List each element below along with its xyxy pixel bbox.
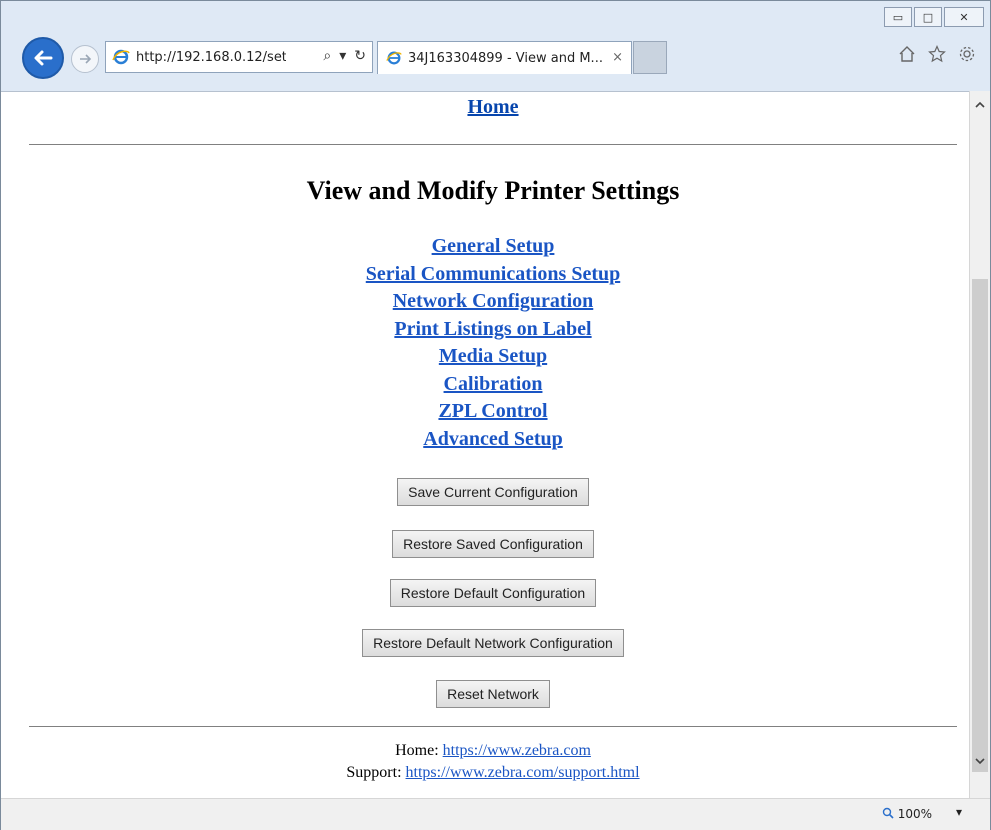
tab-close-icon[interactable]: ×: [612, 50, 623, 65]
button-row-restore-default-network: Restore Default Network Configuration: [29, 629, 957, 657]
close-window-button[interactable]: ✕: [944, 7, 984, 27]
forward-button[interactable]: [71, 45, 99, 73]
link-advanced-setup[interactable]: Advanced Setup: [29, 426, 957, 454]
settings-gear-icon[interactable]: [958, 45, 976, 63]
footer-home-url[interactable]: https://www.zebra.com: [443, 742, 591, 759]
restore-saved-configuration-button[interactable]: Restore Saved Configuration: [392, 530, 594, 558]
footer-support-line: Support: https://www.zebra.com/support.h…: [29, 762, 957, 784]
zoom-dropdown-icon[interactable]: ▾: [956, 805, 962, 819]
settings-links: General Setup Serial Communications Setu…: [29, 233, 957, 453]
reset-network-button[interactable]: Reset Network: [436, 680, 550, 708]
link-print-listings-on-label[interactable]: Print Listings on Label: [29, 316, 957, 344]
zoom-value: 100%: [897, 807, 932, 821]
scroll-down-icon[interactable]: [972, 753, 988, 769]
page-title: View and Modify Printer Settings: [306, 176, 680, 205]
browser-right-icons: [898, 45, 976, 63]
refresh-icon[interactable]: ↻: [354, 48, 366, 64]
divider-top: [29, 144, 957, 145]
status-bar: 100% ▾: [1, 798, 990, 830]
footer: Home: https://www.zebra.com Support: htt…: [29, 740, 957, 784]
browser-tab[interactable]: 34J163304899 - View and M... ×: [377, 41, 632, 74]
browser-toolbar: ▭ □ ✕ http://192.168.0.12/setti ⌕ ▾ ↻ 34…: [1, 1, 990, 91]
search-icon[interactable]: ⌕: [323, 48, 331, 64]
link-general-setup[interactable]: General Setup: [29, 233, 957, 261]
link-serial-communications-setup[interactable]: Serial Communications Setup: [29, 261, 957, 289]
new-tab-button[interactable]: [633, 41, 667, 74]
maximize-button[interactable]: □: [914, 7, 942, 27]
back-button[interactable]: [22, 37, 64, 79]
button-row-restore-default: Restore Default Configuration: [29, 579, 957, 607]
window-controls: ▭ □ ✕: [882, 7, 984, 27]
dropdown-icon[interactable]: ▾: [339, 48, 346, 64]
zoom-level[interactable]: 100%: [882, 807, 932, 821]
footer-home-line: Home: https://www.zebra.com: [29, 740, 957, 762]
footer-support-label: Support:: [346, 764, 406, 781]
scrollbar-thumb[interactable]: [972, 279, 988, 772]
address-url: http://192.168.0.12/setti: [136, 49, 286, 65]
tab-title: 34J163304899 - View and M...: [408, 50, 603, 66]
restore-default-configuration-button[interactable]: Restore Default Configuration: [389, 579, 597, 607]
button-row-save: Save Current Configuration: [29, 478, 957, 506]
button-row-restore-saved: Restore Saved Configuration: [29, 530, 957, 558]
link-media-setup[interactable]: Media Setup: [29, 343, 957, 371]
browser-window: ▭ □ ✕ http://192.168.0.12/setti ⌕ ▾ ↻ 34…: [0, 0, 991, 830]
ie-tab-icon: [386, 51, 402, 65]
back-arrow-icon: [34, 50, 53, 66]
favorites-star-icon[interactable]: [928, 45, 946, 63]
zoom-icon: [882, 807, 894, 819]
vertical-scrollbar[interactable]: [969, 91, 990, 798]
home-link[interactable]: Home: [29, 96, 957, 119]
link-network-configuration[interactable]: Network Configuration: [29, 288, 957, 316]
page-viewport: Home View and Modify Printer Settings Ge…: [1, 91, 969, 799]
home-icon[interactable]: [898, 45, 916, 63]
save-current-configuration-button[interactable]: Save Current Configuration: [397, 478, 589, 506]
ie-page-icon: [112, 49, 130, 65]
button-row-reset-network: Reset Network: [29, 680, 957, 708]
link-calibration[interactable]: Calibration: [29, 371, 957, 399]
footer-home-label: Home:: [395, 742, 443, 759]
restore-default-network-configuration-button[interactable]: Restore Default Network Configuration: [362, 629, 624, 657]
link-zpl-control[interactable]: ZPL Control: [29, 398, 957, 426]
scroll-up-icon[interactable]: [972, 97, 988, 113]
forward-arrow-icon: [80, 54, 92, 64]
address-bar[interactable]: http://192.168.0.12/setti ⌕ ▾ ↻: [105, 41, 373, 73]
divider-bottom: [29, 726, 957, 727]
footer-support-url[interactable]: https://www.zebra.com/support.html: [406, 764, 640, 781]
minimize-button[interactable]: ▭: [884, 7, 912, 27]
address-tools: ⌕ ▾ ↻: [323, 48, 366, 64]
